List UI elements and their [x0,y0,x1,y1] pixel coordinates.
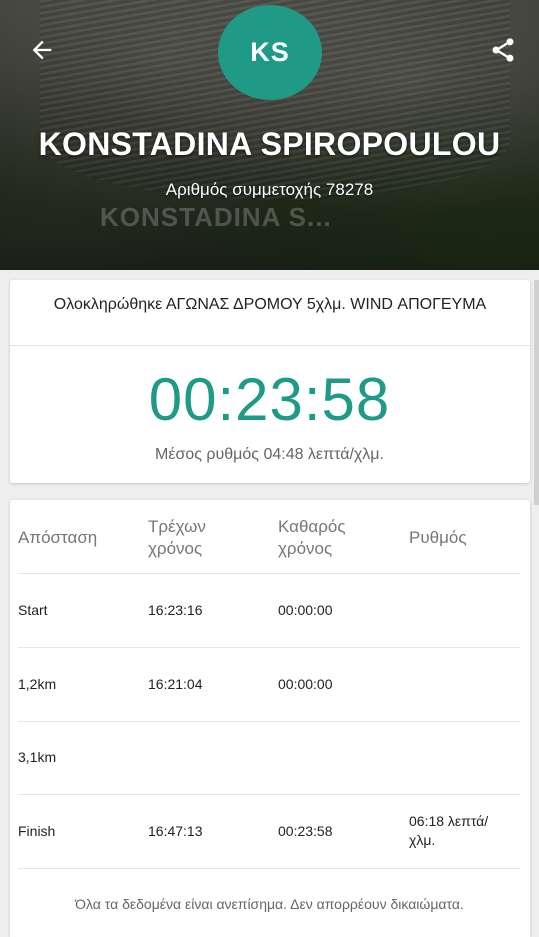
card-divider [10,345,530,346]
row-divider [18,721,520,722]
split-distance: Start [18,602,48,618]
avatar: KS [218,5,322,100]
splits-table: Απόσταση Τρέχων χρόνος Καθαρός χρόνος Ρυ… [10,500,530,937]
column-header-distance: Απόσταση [18,528,98,547]
split-net-time: 00:00:00 [278,676,333,692]
finish-time: 00:23:58 [148,366,391,433]
column-header-clock-time: Τρέχων χρόνος [148,517,206,558]
disclaimer: Όλα τα δεδομένα είναι ανεπίσημα. Δεν απο… [75,896,464,912]
athlete-header: KS KONSTADINA SPIROPOULOU Αριθμός συμμετ… [0,0,539,270]
split-pace: 06:18 λεπτά/χλμ. [409,813,489,848]
back-button[interactable] [24,32,60,68]
split-distance: 3,1km [18,749,57,765]
bib-number: Αριθμός συμμετοχής 78278 [165,180,374,199]
split-clock-time: 16:23:16 [148,602,203,618]
column-header-net-time: Καθαρός χρόνος [278,517,346,558]
row-divider [18,794,520,795]
split-net-time: 00:23:58 [278,823,333,839]
column-header-pace: Ρυθμός [409,528,467,547]
scrollbar[interactable] [534,280,539,505]
avatar-initials: KS [250,37,290,67]
row-divider [18,868,520,869]
share-button[interactable] [485,32,521,68]
split-net-time: 00:00:00 [278,602,333,618]
row-divider [18,573,520,574]
share-icon [492,38,514,62]
split-clock-time: 16:21:04 [148,676,203,692]
watermark-text: KONSTADINA S... [100,202,332,232]
average-pace: Μέσος ρυθμός 04:48 λεπτά/χλμ. [155,446,384,463]
arrow-left-icon [32,40,52,60]
row-divider [18,647,520,648]
athlete-name: KONSTADINA SPIROPOULOU [38,126,501,162]
race-title: Ολοκληρώθηκε ΑΓΩΝΑΣ ΔΡΟΜΟΥ 5χλμ. WIND ΑΠ… [53,296,487,313]
split-distance: 1,2km [18,676,57,692]
split-distance: Finish [18,823,56,839]
split-clock-time: 16:47:13 [148,823,203,839]
